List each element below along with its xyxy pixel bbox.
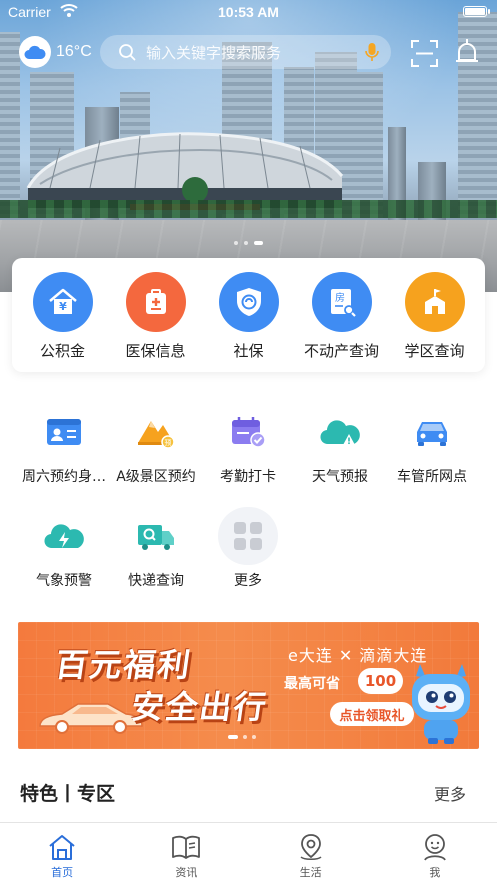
- school-icon: [404, 272, 465, 332]
- grid-item-label: 快递查询: [128, 573, 184, 589]
- skyline-tower: [0, 32, 20, 222]
- primary-services-card: ¥ 公积金 医保信息 社保 房 不动产查询 学区查询: [12, 258, 485, 372]
- promo-title-line2: 安全出行: [129, 688, 271, 726]
- grid-item-vehicle-office[interactable]: 车管所网点: [386, 403, 478, 507]
- tab-bar: 首页 资讯 生活 我: [0, 822, 497, 883]
- promo-dot[interactable]: [243, 735, 247, 739]
- promo-dot[interactable]: [252, 735, 256, 739]
- grid-item-label: 更多: [234, 573, 262, 589]
- promo-banner[interactable]: 百元福利 安全出行 e大连 ✕ 滴滴大连 最高可省 100 点击领取礼: [18, 622, 479, 749]
- cloud-icon: [19, 36, 51, 68]
- grid-item-attendance[interactable]: 考勤打卡: [202, 403, 294, 507]
- delivery-truck-icon: [126, 507, 186, 565]
- promo-dot-active[interactable]: [228, 735, 238, 739]
- calendar-check-icon: [218, 403, 278, 461]
- search-icon: [119, 44, 136, 61]
- svg-text:¥: ¥: [59, 300, 67, 313]
- service-label: 社保: [233, 342, 264, 360]
- service-school-district[interactable]: 学区查询: [390, 272, 480, 372]
- service-label: 公积金: [39, 342, 85, 360]
- hero-dot[interactable]: [234, 241, 238, 245]
- grid-item-more[interactable]: 更多: [202, 507, 294, 611]
- id-card-icon: [34, 403, 94, 461]
- hero-dot-active[interactable]: [254, 241, 263, 245]
- service-label: 学区查询: [404, 342, 465, 360]
- lightning-cloud-icon: [34, 507, 94, 565]
- search-placeholder[interactable]: 输入关键字搜索服务: [146, 42, 365, 63]
- hero-pagination: [0, 241, 497, 245]
- house-icon: ¥: [32, 272, 93, 332]
- tab-news[interactable]: 资讯: [124, 823, 248, 883]
- grid-item-scenic-area-booking[interactable]: 预 A级景区预约: [110, 403, 202, 507]
- more-grid-icon: [218, 507, 278, 565]
- service-social-security[interactable]: 社保: [204, 272, 294, 372]
- news-book-icon: [172, 835, 201, 859]
- hero-dot[interactable]: [244, 241, 248, 245]
- tab-life[interactable]: 生活: [249, 823, 373, 883]
- temperature: 16°C: [56, 43, 92, 60]
- service-grid: 周六预约身… 预 A级景区预约 考勤打卡 天气预报 车管所网点 气象预警 快递查…: [0, 403, 497, 611]
- service-grid-row: 周六预约身… 预 A级景区预约 考勤打卡 天气预报 车管所网点: [0, 403, 497, 507]
- tab-label: 首页: [51, 866, 74, 879]
- service-medical-insurance[interactable]: 医保信息: [111, 272, 201, 372]
- service-grid-row: 气象预警 快递查询 更多: [0, 507, 497, 611]
- clock: 10:53 AM: [218, 4, 279, 20]
- promo-cta-button[interactable]: 点击领取礼: [330, 702, 414, 726]
- promo-pagination: [228, 735, 256, 739]
- grid-item-weather-forecast[interactable]: 天气预报: [294, 403, 386, 507]
- notification-bell-icon[interactable]: [455, 38, 479, 67]
- promo-title-line1: 百元福利: [53, 646, 195, 684]
- scan-icon[interactable]: [411, 40, 438, 67]
- grid-item-label: 天气预报: [312, 469, 368, 485]
- tab-label: 生活: [299, 866, 322, 879]
- medical-kit-icon: [125, 272, 186, 332]
- svg-text:房: 房: [335, 291, 345, 304]
- weather-alert-cloud-icon: [310, 403, 370, 461]
- svg-text:预: 预: [165, 438, 172, 447]
- promo-max-label: 最高可省: [284, 676, 340, 692]
- weather-widget[interactable]: 16°C: [19, 36, 92, 68]
- car-icon: [402, 403, 462, 461]
- grid-item-label: 车管所网点: [397, 469, 467, 485]
- tree-line: [0, 200, 497, 218]
- promo-amount: 100: [358, 668, 403, 694]
- home-icon: [49, 835, 75, 860]
- search-bar[interactable]: 输入关键字搜索服务: [100, 35, 391, 69]
- service-property-query[interactable]: 房 不动产查询: [297, 272, 387, 372]
- property-document-icon: 房: [311, 272, 372, 332]
- tab-home[interactable]: 首页: [0, 823, 124, 883]
- grid-item-label: 周六预约身…: [22, 469, 106, 485]
- mountain-icon: 预: [126, 403, 186, 461]
- location-pin-icon: [300, 834, 322, 860]
- grid-item-express-query[interactable]: 快递查询: [110, 507, 202, 611]
- service-label: 不动产查询: [303, 342, 379, 360]
- profile-face-icon: [424, 834, 446, 861]
- grid-item-label: 气象预警: [36, 573, 92, 589]
- tab-me[interactable]: 我: [373, 823, 497, 883]
- shield-icon: [218, 272, 279, 332]
- grid-item-weather-warning[interactable]: 气象预警: [18, 507, 110, 611]
- tab-label: 资讯: [175, 866, 198, 879]
- service-housing-fund[interactable]: ¥ 公积金: [18, 272, 108, 372]
- battery-icon: [463, 6, 490, 17]
- robot-mascot-icon: [412, 664, 470, 744]
- microphone-icon[interactable]: [365, 42, 379, 62]
- section-title: 特色丨专区: [20, 783, 116, 805]
- grid-item-saturday-id-appointment[interactable]: 周六预约身…: [18, 403, 110, 507]
- tab-label: 我: [429, 866, 441, 879]
- service-label: 医保信息: [125, 342, 186, 360]
- grid-item-label: 考勤打卡: [220, 469, 276, 485]
- section-more-link[interactable]: 更多: [434, 781, 466, 805]
- grid-item-label: A级景区预约: [116, 469, 196, 485]
- status-bar: Carrier 10:53 AM: [0, 0, 497, 24]
